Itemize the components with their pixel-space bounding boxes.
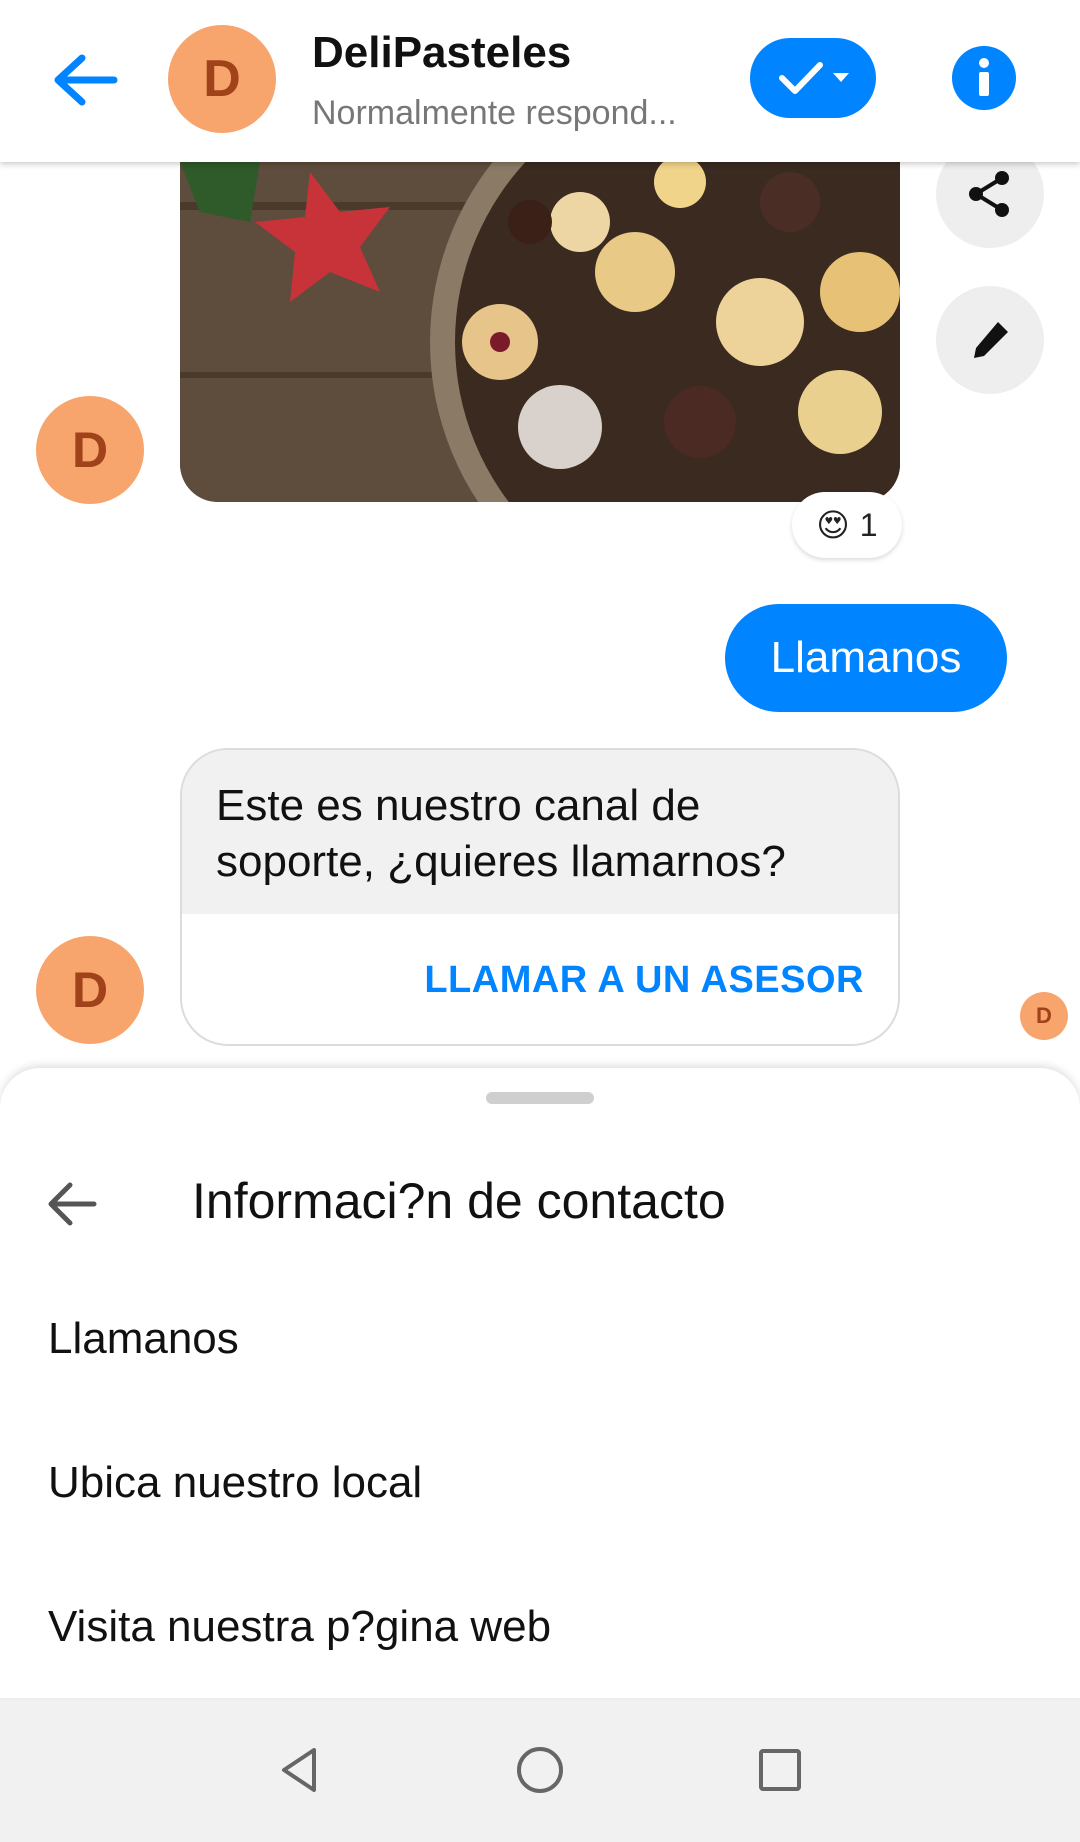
response-status: Normalmente respond... <box>312 94 677 132</box>
arrow-left-icon <box>48 1182 97 1226</box>
call-agent-button[interactable]: LLAMAR A UN ASESOR <box>182 914 898 1044</box>
back-button[interactable] <box>40 40 130 120</box>
cookies-photo[interactable] <box>180 162 900 502</box>
contact-info-sheet: Informaci?n de contacto Llamanos Ubica n… <box>0 1068 1080 1698</box>
nav-back-button[interactable] <box>255 1725 345 1815</box>
card-message: Este es nuestro canal de soporte, ¿quier… <box>182 750 898 914</box>
chat-header: D DeliPasteles Normalmente respond... <box>0 0 1080 162</box>
sheet-title: Informaci?n de contacto <box>192 1173 726 1229</box>
info-icon <box>979 58 989 96</box>
reaction-count: 1 <box>859 506 878 543</box>
messenger-screen: D DeliPasteles Normalmente respond... D … <box>0 0 1080 1842</box>
square-recent-icon <box>759 1749 801 1791</box>
edit-button[interactable] <box>936 286 1044 394</box>
nav-home-button[interactable] <box>495 1725 585 1815</box>
triangle-back-icon <box>282 1748 316 1792</box>
reaction-badge[interactable]: 😍 1 <box>792 492 902 558</box>
done-button[interactable] <box>750 38 876 118</box>
sender-avatar: D <box>36 396 144 504</box>
sender-avatar: D <box>36 936 144 1044</box>
drag-handle[interactable] <box>486 1092 594 1104</box>
chevron-down-icon <box>833 73 849 82</box>
contact-avatar[interactable]: D <box>168 25 276 133</box>
system-nav-bar <box>0 1698 1080 1842</box>
info-button[interactable] <box>952 46 1016 110</box>
cookies-image <box>180 162 900 502</box>
contact-name[interactable]: DeliPasteles <box>312 28 571 78</box>
check-icon <box>779 62 823 94</box>
menu-item-website[interactable]: Visita nuestra p?gina web <box>48 1602 1048 1652</box>
sheet-back-button[interactable] <box>36 1168 108 1240</box>
menu-item-call[interactable]: Llamanos <box>48 1314 1048 1364</box>
menu-item-location[interactable]: Ubica nuestro local <box>48 1458 1048 1508</box>
read-receipt-avatar: D <box>1020 992 1068 1040</box>
share-icon <box>969 171 1009 217</box>
outgoing-message[interactable]: Llamanos <box>725 604 1007 712</box>
arrow-left-icon <box>54 54 118 106</box>
message-list: D 😍 1 Llamanos Este es nuestro canal de … <box>0 140 1080 1062</box>
pencil-icon <box>974 322 1008 358</box>
nav-recent-button[interactable] <box>735 1725 825 1815</box>
circle-home-icon <box>517 1747 563 1793</box>
bot-card: Este es nuestro canal de soporte, ¿quier… <box>180 748 900 1046</box>
heart-eyes-emoji-icon: 😍 <box>816 507 850 543</box>
